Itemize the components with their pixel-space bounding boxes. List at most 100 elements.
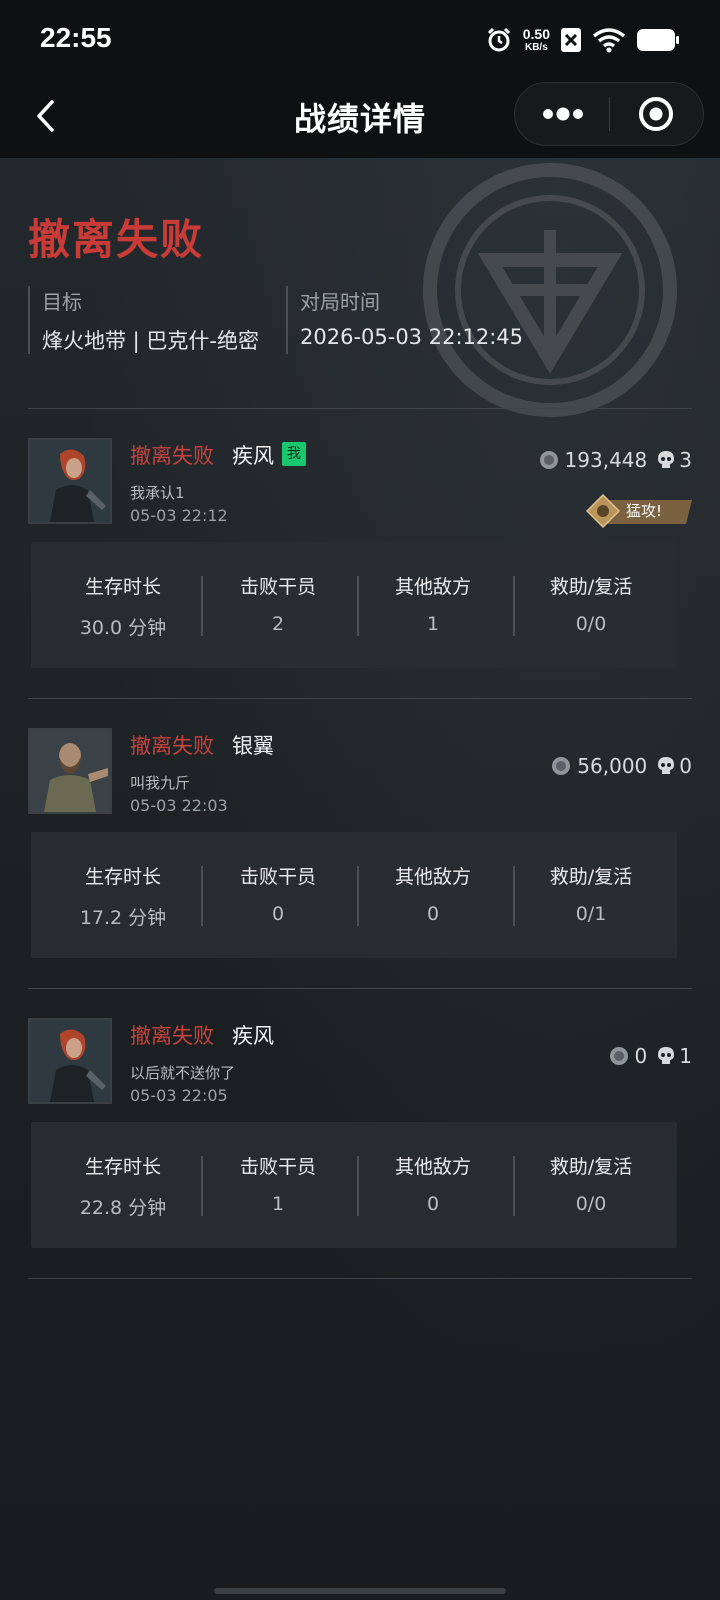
defeated-stat: 击败干员 2: [198, 572, 358, 635]
player-card[interactable]: 撤离失败 疾风 以后就不送你了 05-03 22:05 0 1 生存时长 22.…: [28, 1018, 692, 1258]
player-date: 05-03 22:03: [130, 796, 228, 815]
player-result: 撤离失败: [130, 734, 214, 758]
match-time-label: 对局时间: [300, 290, 380, 314]
skull-icon: [658, 757, 675, 774]
avatar: [28, 1018, 112, 1104]
status-time: 22:55: [40, 22, 112, 53]
stats-panel: 生存时长 30.0 分钟 击败干员 2 其他敌方 1 救助/复活 0/0: [31, 542, 677, 668]
divider: [28, 408, 692, 409]
other-enemies-stat: 其他敌方 1: [353, 572, 513, 635]
home-indicator: [214, 1588, 506, 1594]
other-enemies-stat: 其他敌方 0: [353, 862, 513, 925]
divider: [28, 988, 692, 989]
survival-value: 22.8 分钟: [79, 1197, 167, 1219]
player-date: 05-03 22:05: [130, 1086, 228, 1105]
player-subtitle: 我承认1: [130, 484, 185, 502]
survival-stat: 生存时长 22.8 分钟: [43, 1152, 203, 1220]
match-result-title: 撤离失败: [28, 215, 205, 264]
survival-stat: 生存时长 30.0 分钟: [43, 572, 203, 640]
kill-count: 1: [679, 1044, 692, 1068]
defeated-value: 2: [271, 613, 285, 635]
more-dots-icon: [543, 107, 583, 121]
coin-value: 56,000: [577, 754, 648, 778]
other-enemies-value: 1: [426, 613, 440, 635]
kill-count: 0: [679, 754, 692, 778]
assist-revive-label: 救助/复活: [549, 1156, 633, 1178]
survival-label: 生存时长: [84, 1156, 161, 1178]
defeated-stat: 击败干员 1: [198, 1152, 358, 1215]
match-time-value: 2026-05-03 22:12:45: [300, 325, 524, 349]
coin-icon: [552, 757, 571, 775]
defeated-label: 击败干员: [239, 1156, 316, 1178]
other-enemies-label: 其他敌方: [394, 576, 471, 598]
network-speed-unit: KB/s: [524, 42, 548, 53]
sim-x-icon: [561, 28, 581, 52]
player-name: 银翼: [232, 734, 274, 758]
coin-value: 0: [634, 1044, 648, 1068]
player-name: 疾风: [232, 444, 274, 468]
more-button[interactable]: [515, 83, 609, 145]
stats-panel: 生存时长 17.2 分钟 击败干员 0 其他敌方 0 救助/复活 0/1: [31, 832, 677, 958]
fierce-tag: 猛攻!: [585, 493, 692, 529]
stats-panel: 生存时长 22.8 分钟 击败干员 1 其他敌方 0 救助/复活 0/0: [31, 1122, 677, 1248]
defeated-value: 0: [271, 903, 285, 925]
player-card[interactable]: 撤离失败 银翼 叫我九斤 05-03 22:03 56,000 0 生存时长 1…: [28, 728, 692, 968]
survival-stat: 生存时长 17.2 分钟: [43, 862, 203, 930]
top-bar: 22:55 0.50 KB/s 战绩详情: [0, 0, 720, 158]
status-bar: 22:55 0.50 KB/s: [0, 0, 720, 80]
network-speed-value: 0.50: [522, 26, 550, 42]
other-enemies-label: 其他敌方: [394, 866, 471, 888]
assist-revive-value: 0/0: [575, 1193, 607, 1215]
target-info: 目标 烽火地带 | 巴克什-绝密: [28, 286, 259, 354]
assist-revive-stat: 救助/复活 0/1: [511, 862, 671, 925]
assist-revive-stat: 救助/复活 0/0: [511, 1152, 671, 1215]
player-loot-stats: 56,000 0: [551, 754, 692, 778]
player-result: 撤离失败: [130, 444, 214, 468]
coin-icon: [539, 451, 558, 469]
player-date: 05-03 22:12: [130, 506, 228, 525]
skull-icon: [658, 451, 675, 468]
player-loot-stats: 193,448 3: [539, 448, 692, 472]
assist-revive-label: 救助/复活: [549, 866, 633, 888]
alarm-icon: [487, 27, 510, 52]
fierce-tag-label: 猛攻!: [626, 502, 663, 520]
survival-value: 30.0 分钟: [79, 617, 167, 639]
target-value: 烽火地带 | 巴克什-绝密: [42, 329, 260, 353]
target-label: 目标: [42, 290, 82, 314]
skull-icon: [658, 1047, 675, 1064]
other-enemies-stat: 其他敌方 0: [353, 1152, 513, 1215]
wifi-icon: [592, 28, 626, 53]
survival-value: 17.2 分钟: [79, 907, 167, 929]
network-speed: 0.50 KB/s: [523, 27, 550, 53]
operator-portrait-icon: [30, 440, 110, 522]
assist-revive-label: 救助/复活: [549, 576, 633, 598]
operator-portrait-icon: [30, 730, 110, 812]
coin-icon: [609, 1047, 628, 1065]
nav-bar: 战绩详情: [0, 80, 720, 158]
player-loot-stats: 0 1: [609, 1044, 692, 1068]
assist-revive-value: 0/0: [575, 613, 607, 635]
other-enemies-value: 0: [426, 903, 440, 925]
mini-program-capsule: [514, 82, 704, 146]
player-name: 疾风: [232, 1024, 274, 1048]
player-result: 撤离失败: [130, 1024, 214, 1048]
player-subtitle: 以后就不送你了: [130, 1064, 236, 1082]
kill-count: 3: [679, 448, 692, 472]
operator-portrait-icon: [30, 1020, 110, 1102]
defeated-value: 1: [271, 1193, 285, 1215]
defeated-stat: 击败干员 0: [198, 862, 358, 925]
defeated-label: 击败干员: [239, 866, 316, 888]
coin-value: 193,448: [564, 448, 648, 472]
player-subtitle: 叫我九斤: [130, 774, 191, 792]
survival-label: 生存时长: [84, 866, 161, 888]
close-button[interactable]: [610, 83, 704, 145]
me-badge: 我: [282, 442, 306, 466]
assist-revive-value: 0/1: [575, 903, 607, 925]
defeated-label: 击败干员: [239, 576, 316, 598]
player-card[interactable]: 撤离失败 疾风 我 我承认1 05-03 22:12 193,448 3 猛攻!…: [28, 438, 692, 678]
close-target-icon: [639, 97, 673, 131]
avatar: [28, 728, 112, 814]
other-enemies-label: 其他敌方: [394, 1156, 471, 1178]
divider: [28, 1278, 692, 1279]
status-icons: 0.50 KB/s: [485, 22, 680, 58]
